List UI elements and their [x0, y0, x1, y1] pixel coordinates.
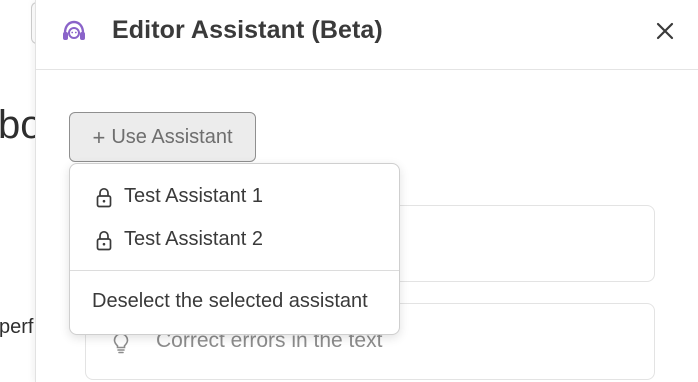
panel-title: Editor Assistant (Beta)	[112, 16, 383, 44]
use-assistant-button[interactable]: + Use Assistant	[69, 112, 256, 162]
menu-item-test-assistant-2[interactable]: Test Assistant 2	[70, 220, 399, 260]
assistant-dropdown: Test Assistant 1 Test Assistant 2 Desele…	[69, 163, 400, 335]
use-assistant-label: Use Assistant	[111, 125, 233, 148]
menu-item-label: Test Assistant 1	[124, 185, 263, 207]
assistant-headset-icon	[60, 18, 88, 46]
editor-assistant-panel: Editor Assistant (Beta) + Use Assistant	[35, 0, 698, 382]
screen: bo perf Editor Assistant (Beta) + Use As…	[0, 0, 698, 382]
menu-item-deselect[interactable]: Deselect the selected assistant	[70, 282, 399, 322]
background-text-fragment: perf	[0, 316, 34, 338]
panel-header: Editor Assistant (Beta)	[36, 0, 698, 70]
menu-item-test-assistant-1[interactable]: Test Assistant 1	[70, 177, 399, 217]
menu-divider	[70, 270, 399, 271]
close-button[interactable]	[650, 18, 680, 48]
plus-icon: +	[92, 125, 106, 150]
menu-item-label: Deselect the selected assistant	[92, 290, 368, 312]
lock-icon	[96, 230, 112, 251]
close-icon	[655, 21, 675, 46]
lock-icon	[96, 187, 112, 208]
lightbulb-icon	[112, 332, 130, 354]
menu-item-label: Test Assistant 2	[124, 228, 263, 250]
